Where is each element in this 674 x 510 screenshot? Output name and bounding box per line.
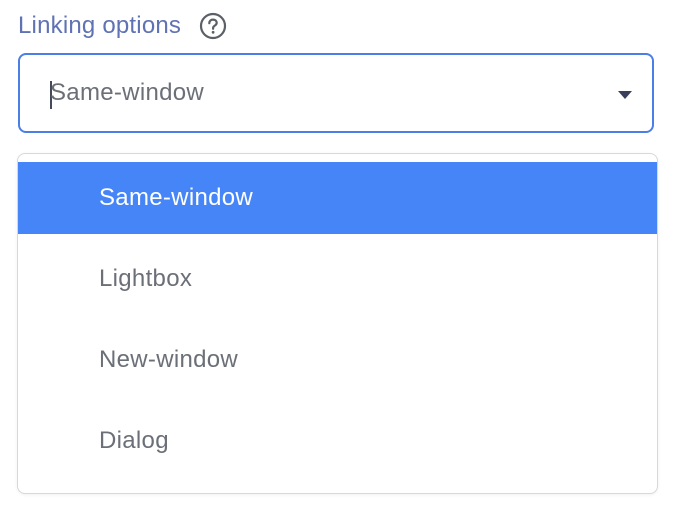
- dropdown-option-list: Same-window Lightbox New-window Dialog: [18, 162, 657, 486]
- option-same-window[interactable]: Same-window: [18, 162, 657, 234]
- field-label-row: Linking options: [18, 8, 227, 44]
- question-circle-icon[interactable]: [199, 12, 227, 40]
- field-label: Linking options: [18, 12, 182, 39]
- linking-options-select[interactable]: Same-window: [18, 53, 654, 133]
- linking-options-field: Linking options Same-window Same-window …: [0, 0, 674, 510]
- option-new-window[interactable]: New-window: [18, 324, 657, 396]
- select-current-value: Same-window: [50, 79, 205, 106]
- option-lightbox[interactable]: Lightbox: [18, 243, 657, 315]
- dropdown-menu: Same-window Lightbox New-window Dialog: [17, 153, 658, 494]
- triangle-down-icon[interactable]: [618, 91, 632, 99]
- option-dialog[interactable]: Dialog: [18, 405, 657, 477]
